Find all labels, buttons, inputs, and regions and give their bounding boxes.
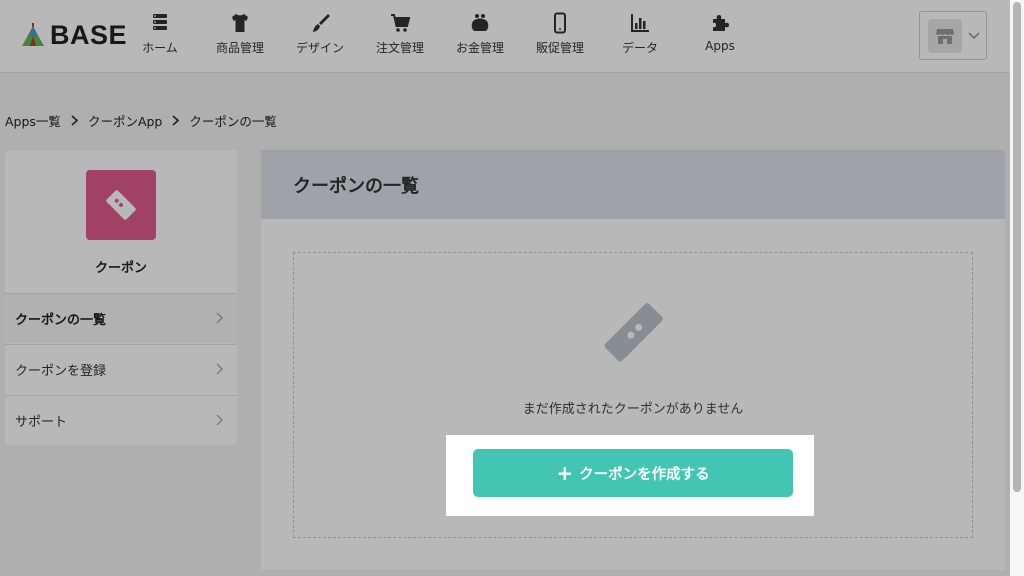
nav-data[interactable]: データ xyxy=(600,12,680,62)
empty-state: まだ作成されたクーポンがありません + クーポンを作成する xyxy=(293,252,973,538)
chevron-right-icon xyxy=(216,312,223,324)
shop-avatar xyxy=(928,18,962,53)
page-title: クーポンの一覧 xyxy=(293,175,419,197)
nav-label: 商品管理 xyxy=(215,41,264,55)
shop-switcher[interactable] xyxy=(919,11,987,60)
breadcrumb: Apps一覧 クーポンApp クーポンの一覧 xyxy=(5,111,277,129)
app-sidebar: クーポン クーポンの一覧 クーポンを登録 サポート xyxy=(5,150,237,445)
breadcrumb-current: クーポンの一覧 xyxy=(189,113,277,129)
nav-home[interactable]: ホーム xyxy=(120,12,200,62)
phone-icon xyxy=(554,12,566,34)
sidebar-item-support[interactable]: サポート xyxy=(5,395,237,445)
logo-text: BASE xyxy=(50,19,128,50)
sidebar-item-label: サポート xyxy=(15,415,68,430)
coupon-list-panel: クーポンの一覧 まだ作成されたクーポンがありません + クーポンを作成する xyxy=(261,150,1005,570)
chevron-right-icon xyxy=(172,114,180,126)
brush-icon xyxy=(313,14,330,32)
chevron-right-icon xyxy=(71,114,78,126)
ticket-icon xyxy=(106,190,136,220)
scrollbar-thumb[interactable] xyxy=(1013,2,1021,492)
nav-products[interactable]: 商品管理 xyxy=(200,12,280,62)
puzzle-icon xyxy=(713,15,729,31)
purse-icon xyxy=(471,14,489,31)
chevron-right-icon xyxy=(216,414,223,426)
base-logo[interactable]: BASE xyxy=(20,18,127,52)
nav-promotion[interactable]: 販促管理 xyxy=(520,12,600,62)
sidebar-item-register-coupon[interactable]: クーポンを登録 xyxy=(5,344,237,394)
breadcrumb-coupon-app[interactable]: クーポンApp xyxy=(88,111,162,130)
nav-label: データ xyxy=(621,41,658,55)
nav-orders[interactable]: 注文管理 xyxy=(360,12,440,62)
breadcrumb-apps[interactable]: Apps一覧 xyxy=(5,111,61,130)
top-header: BASE ホーム 商品管理 デザイン 注文管理 お金管理 販促管理 データ Ap… xyxy=(0,0,1010,73)
tent-logo-icon xyxy=(22,23,44,46)
nav-design[interactable]: デザイン xyxy=(280,12,360,62)
nav-money[interactable]: お金管理 xyxy=(440,12,520,62)
coupon-app-icon xyxy=(86,170,156,240)
nav-apps[interactable]: Apps xyxy=(680,12,760,62)
page-scrollbar[interactable] xyxy=(1010,0,1024,576)
nav-label: Apps xyxy=(705,39,735,53)
ticket-icon xyxy=(604,303,663,362)
create-coupon-button[interactable]: + クーポンを作成する xyxy=(473,449,793,497)
nav-label: 注文管理 xyxy=(375,41,424,55)
nav-label: お金管理 xyxy=(455,41,504,55)
sidebar-item-label: クーポンを登録 xyxy=(15,364,107,379)
home-list-icon xyxy=(153,14,167,30)
sidebar-item-coupon-list[interactable]: クーポンの一覧 xyxy=(5,293,237,343)
nav-label: 販促管理 xyxy=(535,41,584,55)
panel-header: クーポンの一覧 xyxy=(261,150,1005,219)
nav-label: デザイン xyxy=(295,41,344,55)
empty-message: まだ作成されたクーポンがありません xyxy=(522,402,744,417)
create-coupon-label: クーポンを作成する xyxy=(579,466,710,483)
chevron-down-icon xyxy=(968,31,980,39)
sidebar-item-label: クーポンの一覧 xyxy=(15,313,107,328)
plus-icon: + xyxy=(556,461,574,485)
chevron-right-icon xyxy=(216,363,223,375)
tshirt-icon xyxy=(232,14,248,32)
cart-icon xyxy=(391,14,411,32)
bar-chart-icon xyxy=(631,14,649,32)
store-icon xyxy=(936,28,954,44)
app-name: クーポン xyxy=(94,261,147,276)
nav-label: ホーム xyxy=(142,41,178,55)
